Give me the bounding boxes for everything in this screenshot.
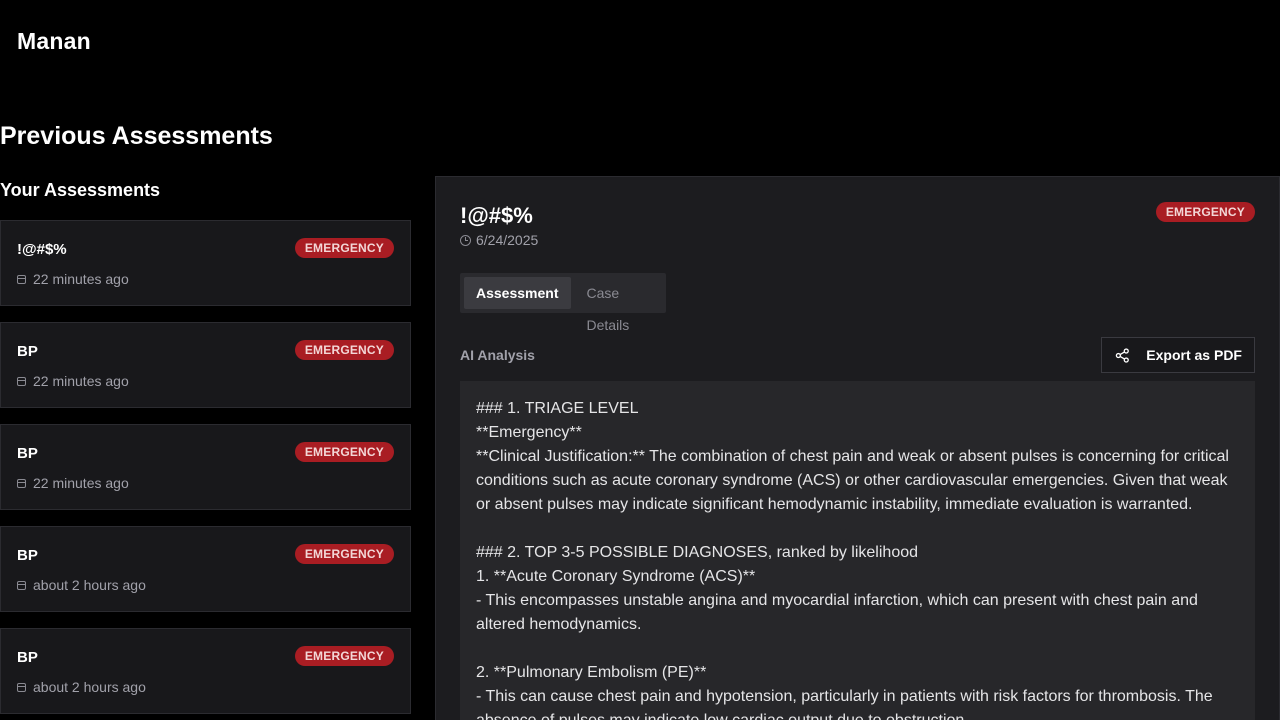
- status-badge: EMERGENCY: [294, 340, 394, 360]
- assessment-time: 22 minutes ago: [17, 475, 129, 491]
- analysis-line: - This encompasses unstable angina and m…: [476, 592, 1198, 633]
- assessment-time: about 2 hours ago: [17, 577, 146, 593]
- analysis-spacer: [476, 517, 1239, 541]
- assessment-time-text: about 2 hours ago: [33, 679, 146, 695]
- detail-date: 6/24/2025: [460, 232, 538, 248]
- calendar-icon: [17, 478, 26, 488]
- status-badge: EMERGENCY: [294, 544, 394, 564]
- calendar-icon: [17, 274, 26, 284]
- assessment-time-text: about 2 hours ago: [33, 577, 146, 593]
- export-pdf-button[interactable]: Export as PDF: [1101, 337, 1255, 373]
- analysis-line: **Clinical Justification:** The combinat…: [476, 448, 1229, 513]
- assessment-card[interactable]: BP EMERGENCY 22 minutes ago: [0, 322, 411, 408]
- assessment-card[interactable]: BP EMERGENCY 22 minutes ago: [0, 424, 411, 510]
- assessment-title: !@#$%: [17, 241, 67, 258]
- status-badge: EMERGENCY: [294, 238, 394, 258]
- detail-status-badge: EMERGENCY: [1155, 202, 1255, 222]
- analysis-line: - This can cause chest pain and hypotens…: [476, 688, 1213, 720]
- assessment-card[interactable]: BP EMERGENCY about 2 hours ago: [0, 628, 411, 714]
- assessment-title: BP: [17, 547, 38, 564]
- assessment-time-text: 22 minutes ago: [33, 475, 129, 491]
- export-pdf-label: Export as PDF: [1146, 347, 1242, 363]
- detail-date-text: 6/24/2025: [476, 232, 539, 248]
- assessment-title: BP: [17, 445, 38, 462]
- analysis-line: ### 2. TOP 3-5 POSSIBLE DIAGNOSES, ranke…: [476, 544, 919, 561]
- analysis-line: **Emergency**: [476, 424, 582, 441]
- analysis-line: 1. **Acute Coronary Syndrome (ACS)**: [476, 568, 756, 585]
- analysis-spacer: [476, 637, 1239, 661]
- page-title: Previous Assessments: [0, 122, 273, 150]
- list-title: Your Assessments: [0, 180, 161, 200]
- tab-assessment[interactable]: Assessment: [464, 277, 571, 309]
- assessment-time: 22 minutes ago: [17, 373, 129, 389]
- calendar-icon: [17, 580, 26, 590]
- analysis-line: 2. **Pulmonary Embolism (PE)**: [476, 664, 707, 681]
- status-badge: EMERGENCY: [294, 442, 394, 462]
- section-label-ai-analysis: AI Analysis: [460, 347, 535, 363]
- tab-case-details[interactable]: Case Details: [575, 277, 663, 333]
- brand-name[interactable]: Manan: [17, 28, 91, 55]
- share-icon: [1116, 347, 1130, 363]
- assessment-title: BP: [17, 649, 38, 666]
- assessment-title: BP: [17, 343, 38, 360]
- assessment-card[interactable]: !@#$% EMERGENCY 22 minutes ago: [0, 220, 411, 306]
- assessment-card[interactable]: BP EMERGENCY about 2 hours ago: [0, 526, 411, 612]
- assessment-time-text: 22 minutes ago: [33, 373, 129, 389]
- detail-title: !@#$%: [460, 203, 533, 228]
- detail-tabs: Assessment Case Details: [460, 273, 666, 333]
- assessment-time: about 2 hours ago: [17, 679, 146, 695]
- analysis-line: ### 1. TRIAGE LEVEL: [476, 400, 639, 417]
- assessment-detail-panel: !@#$% EMERGENCY 6/24/2025 Assessment Cas…: [435, 176, 1280, 720]
- status-badge: EMERGENCY: [294, 646, 394, 666]
- calendar-icon: [17, 376, 26, 386]
- ai-analysis-content: ### 1. TRIAGE LEVEL **Emergency** **Clin…: [460, 381, 1255, 720]
- app-page: Manan Previous Assessments Your Assessme…: [0, 0, 1280, 720]
- clock-icon: [460, 234, 471, 246]
- assessment-time: 22 minutes ago: [17, 271, 129, 287]
- calendar-icon: [17, 682, 26, 692]
- assessment-time-text: 22 minutes ago: [33, 271, 129, 287]
